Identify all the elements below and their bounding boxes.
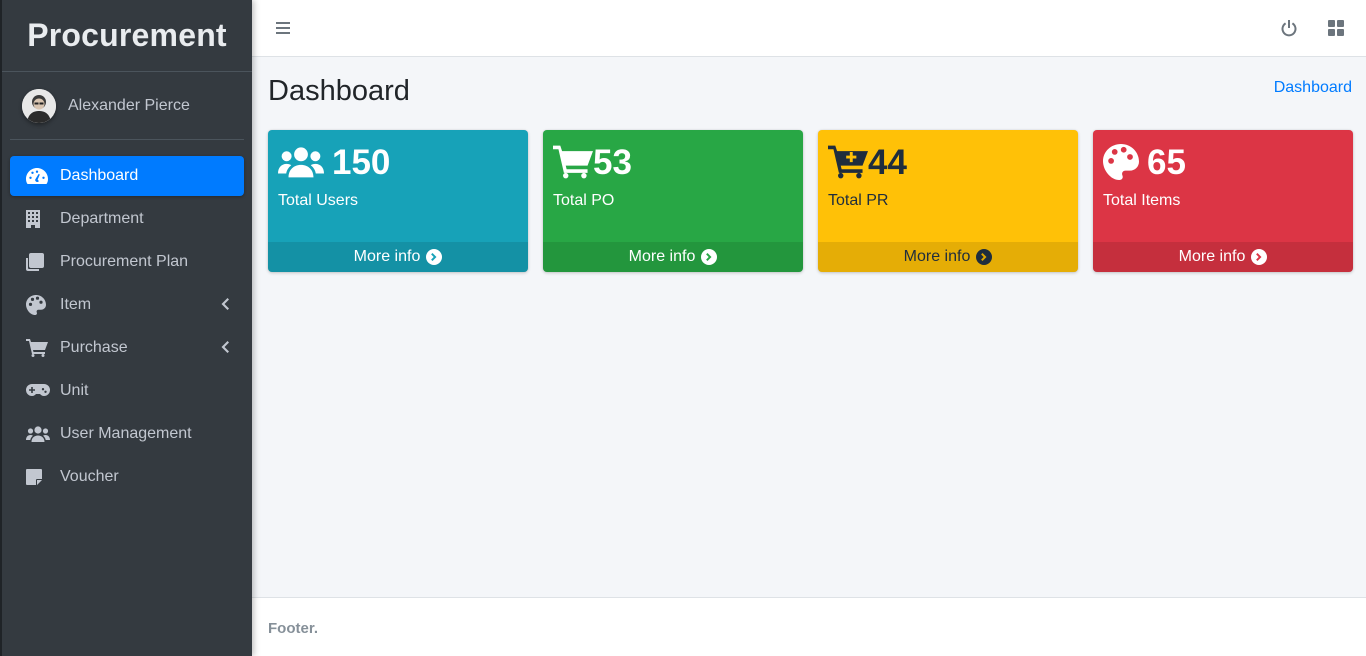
- sidebar-item-unit[interactable]: Unit: [10, 371, 244, 411]
- more-info-label: More info: [1178, 248, 1246, 265]
- power-icon[interactable]: [1280, 19, 1298, 37]
- sidebar-nav: Dashboard Department Procurement Plan It…: [2, 140, 252, 497]
- cart-plus-icon: [828, 145, 868, 179]
- user-panel[interactable]: Alexander Pierce: [10, 72, 244, 140]
- sidebar-item-user-management[interactable]: User Management: [10, 414, 244, 454]
- more-info-link[interactable]: More info: [268, 242, 528, 272]
- avatar: [22, 88, 56, 123]
- sidebar-item-label: Procurement Plan: [60, 253, 189, 270]
- sidebar-item-dashboard[interactable]: Dashboard: [10, 156, 244, 196]
- gamepad-icon: [26, 381, 52, 401]
- stat-box-pr: 44 Total PR More info: [818, 130, 1078, 272]
- more-info-link[interactable]: More info: [1093, 242, 1353, 272]
- sidebar: Procurement Alexander Pierce Dashboard D…: [0, 0, 252, 656]
- footer-text: Footer.: [268, 620, 319, 637]
- cart-icon: [553, 145, 593, 179]
- sidebar-item-label: Dashboard: [60, 167, 139, 184]
- more-info-link[interactable]: More info: [818, 242, 1078, 272]
- stat-label: Total PO: [553, 192, 615, 209]
- arrow-circle-right-icon: [1251, 249, 1268, 265]
- chevron-left-icon: [220, 297, 230, 311]
- sidebar-item-procurement-plan[interactable]: Procurement Plan: [10, 242, 244, 282]
- cart-icon: [26, 338, 52, 358]
- more-info-label: More info: [903, 248, 971, 265]
- sidebar-item-item[interactable]: Item: [10, 285, 244, 325]
- user-name: Alexander Pierce: [68, 96, 190, 114]
- stat-boxes: 150 Total Users More info 53 Total PO Mo…: [268, 130, 1353, 272]
- chevron-left-icon: [220, 340, 230, 354]
- stat-box-po: 53 Total PO More info: [543, 130, 803, 272]
- building-icon: [26, 209, 52, 229]
- top-navbar: [252, 0, 1366, 57]
- page-title: Dashboard: [268, 75, 410, 107]
- stat-label: Total Users: [278, 192, 359, 209]
- sidebar-item-label: Item: [60, 296, 92, 313]
- stat-value: 65: [1147, 142, 1186, 182]
- users-icon: [26, 424, 52, 444]
- arrow-circle-right-icon: [426, 249, 443, 265]
- more-info-label: More info: [353, 248, 421, 265]
- sticky-note-icon: [26, 467, 52, 487]
- main-footer: Footer.: [252, 597, 1366, 656]
- palette-icon: [1103, 144, 1139, 180]
- tachometer-icon: [26, 166, 52, 186]
- hamburger-icon[interactable]: [276, 20, 292, 36]
- breadcrumb[interactable]: Dashboard: [1274, 79, 1352, 97]
- brand-title: Procurement: [27, 17, 227, 53]
- sidebar-item-purchase[interactable]: Purchase: [10, 328, 244, 368]
- grid-icon[interactable]: [1328, 20, 1344, 36]
- brand-link[interactable]: Procurement: [2, 0, 252, 72]
- more-info-link[interactable]: More info: [543, 242, 803, 272]
- palette-icon: [26, 295, 52, 315]
- stat-box-items: 65 Total Items More info: [1093, 130, 1353, 272]
- sidebar-item-label: Department: [60, 210, 144, 227]
- sidebar-item-department[interactable]: Department: [10, 199, 244, 239]
- content-wrapper: Dashboard Dashboard 150 Total Users More…: [252, 57, 1366, 597]
- stat-label: Total Items: [1103, 192, 1181, 209]
- sidebar-item-label: Purchase: [60, 339, 128, 356]
- sidebar-item-voucher[interactable]: Voucher: [10, 457, 244, 497]
- users-icon: [278, 146, 324, 178]
- more-info-label: More info: [628, 248, 696, 265]
- stat-value: 150: [332, 142, 391, 182]
- arrow-circle-right-icon: [701, 249, 718, 265]
- stat-value: 53: [593, 142, 632, 182]
- sidebar-item-label: Unit: [60, 382, 89, 399]
- arrow-circle-right-icon: [976, 249, 993, 265]
- stat-box-users: 150 Total Users More info: [268, 130, 528, 272]
- stat-label: Total PR: [828, 192, 889, 209]
- copy-icon: [26, 252, 52, 272]
- sidebar-item-label: User Management: [60, 425, 192, 442]
- sidebar-item-label: Voucher: [60, 468, 119, 485]
- stat-value: 44: [868, 142, 907, 182]
